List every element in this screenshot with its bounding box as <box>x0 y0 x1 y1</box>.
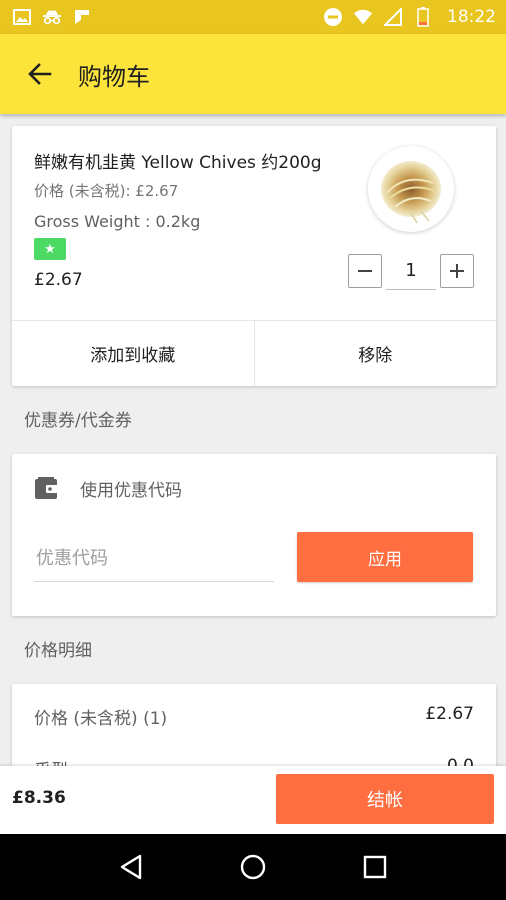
price-row-label: 价格 (未含税) (1) <box>34 709 168 729</box>
status-bar: 18:22 <box>0 0 506 34</box>
image-icon <box>12 7 32 27</box>
coupon-heading: 使用优惠代码 <box>80 481 182 501</box>
system-nav-bar <box>0 834 506 900</box>
checkout-bar: £8.36 结帐 <box>0 766 506 834</box>
product-price-ex-tax: 价格 (未含税): £2.67 <box>34 182 179 200</box>
coupon-card: 使用优惠代码 应用 <box>12 454 496 616</box>
arrow-left-icon <box>28 63 52 85</box>
app-bar: 购物车 <box>0 34 506 114</box>
quantity-decrease-button[interactable] <box>348 254 382 288</box>
incognito-icon <box>42 7 62 27</box>
wallet-icon <box>35 477 59 499</box>
cart-item-card: 鲜嫩有机韭黄 Yellow Chives 约200g 价格 (未含税): £2.… <box>12 126 496 386</box>
quantity-value[interactable]: 1 <box>386 254 436 290</box>
nav-home-button[interactable] <box>233 847 273 887</box>
page-title: 购物车 <box>78 62 150 91</box>
product-gross-weight: Gross Weight : 0.2kg <box>34 212 201 231</box>
add-to-favorites-button[interactable]: 添加到收藏 <box>12 321 255 386</box>
coupon-section-title: 优惠券/代金券 <box>24 411 132 431</box>
price-row-value: 0.0 <box>446 756 474 766</box>
signal-icon <box>383 7 403 27</box>
order-total: £8.36 <box>12 788 66 808</box>
status-left <box>12 7 92 27</box>
battery-icon <box>413 7 433 27</box>
price-row-value: £2.67 <box>425 704 474 724</box>
chives-image <box>381 161 441 224</box>
price-row-label: 乎型 <box>34 756 68 766</box>
product-actions: 添加到收藏 移除 <box>12 320 496 386</box>
checkout-button[interactable]: 结帐 <box>276 774 494 824</box>
triangle-back-icon <box>120 854 142 880</box>
price-row: 价格 (未含税) (1) £2.67 <box>34 704 474 729</box>
status-right: 18:22 <box>323 7 496 27</box>
square-recents-icon <box>363 855 387 879</box>
minus-icon <box>358 270 372 272</box>
product-image[interactable] <box>368 146 454 232</box>
back-button[interactable] <box>12 46 68 102</box>
price-details-card: 价格 (未含税) (1) £2.67 乎型 0.0 <box>12 684 496 766</box>
price-row: 乎型 0.0 <box>34 756 474 766</box>
apply-coupon-button[interactable]: 应用 <box>297 532 473 582</box>
coupon-code-input[interactable] <box>34 536 274 582</box>
circle-home-icon <box>240 854 266 880</box>
cart-content[interactable]: 鲜嫩有机韭黄 Yellow Chives 约200g 价格 (未含税): £2.… <box>0 114 506 766</box>
do-not-disturb-icon <box>323 7 343 27</box>
status-time: 18:22 <box>447 7 496 27</box>
flipboard-icon <box>72 7 92 27</box>
price-details-title: 价格明细 <box>24 641 92 661</box>
nav-back-button[interactable] <box>111 847 151 887</box>
nav-recents-button[interactable] <box>355 847 395 887</box>
plus-icon <box>450 264 464 278</box>
wifi-icon <box>353 7 373 27</box>
product-name: 鲜嫩有机韭黄 Yellow Chives 约200g <box>34 153 322 173</box>
remove-button[interactable]: 移除 <box>255 321 497 386</box>
organic-badge: ★ <box>34 238 66 260</box>
quantity-increase-button[interactable] <box>440 254 474 288</box>
product-total: £2.67 <box>34 270 83 290</box>
